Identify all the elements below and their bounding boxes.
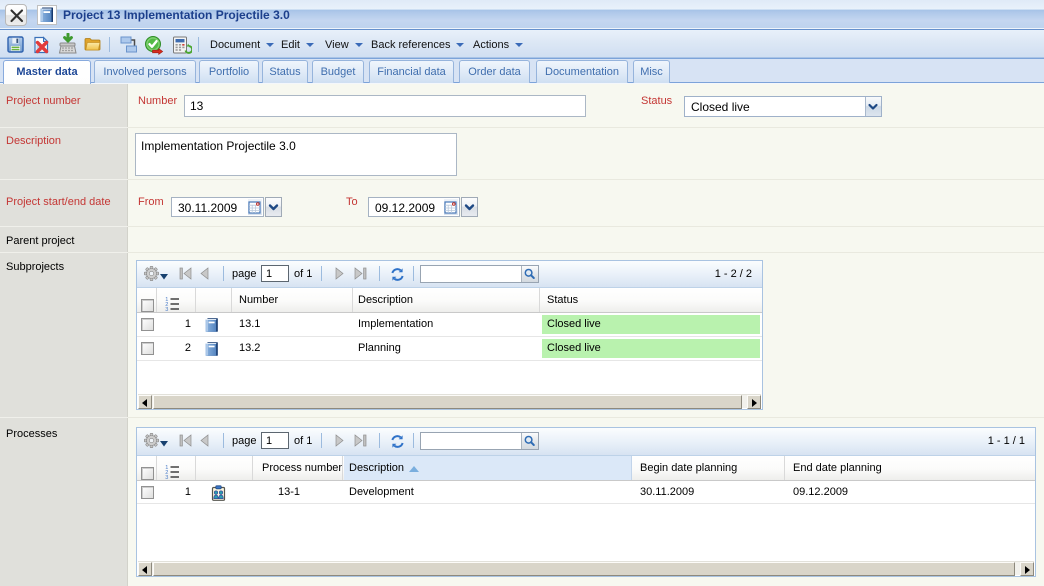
svg-text:3: 3 (165, 307, 168, 311)
svg-text:3: 3 (165, 475, 168, 479)
